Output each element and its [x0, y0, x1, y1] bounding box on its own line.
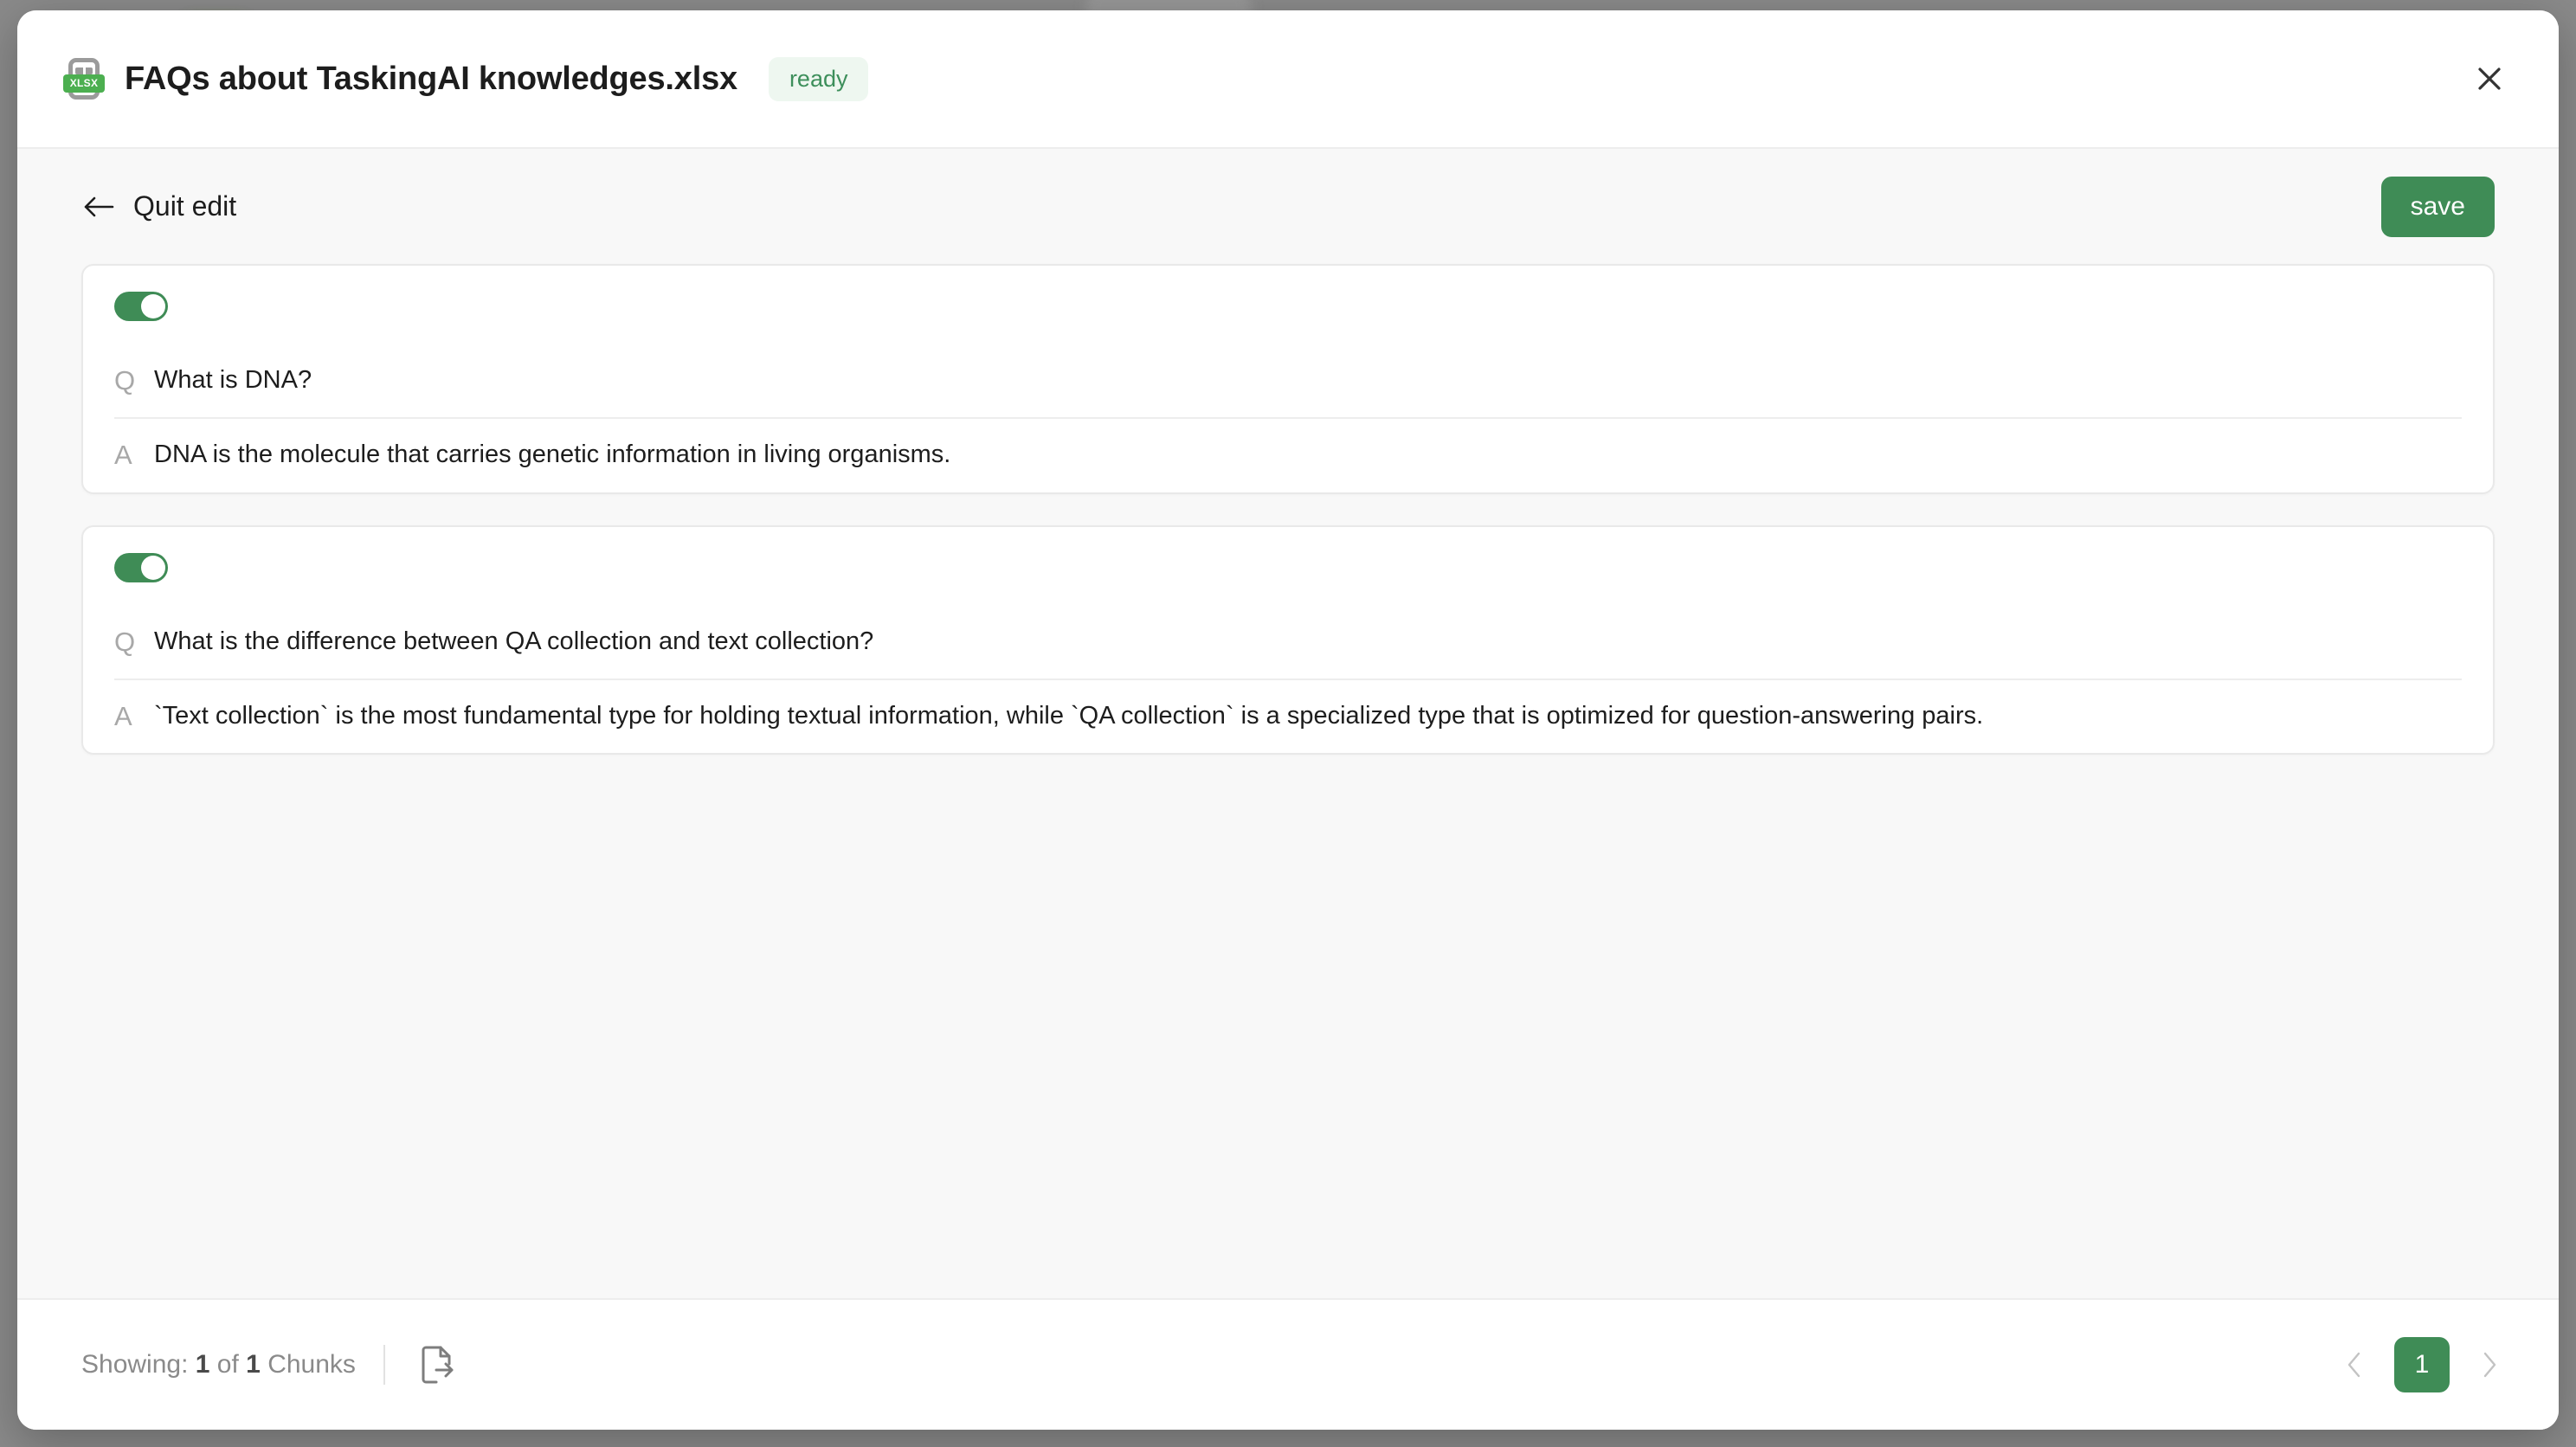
showing-count: Showing: 1 of 1 Chunks [81, 1350, 356, 1379]
answer-text[interactable]: DNA is the molecule that carries genetic… [154, 438, 2462, 472]
chunk-answer-row: A `Text collection` is the most fundamen… [114, 680, 2462, 753]
close-button[interactable] [2458, 48, 2521, 110]
page-title: FAQs about TaskingAI knowledges.xlsx [125, 60, 737, 97]
chunk-question-row: Q What is the difference between QA coll… [114, 606, 2462, 680]
file-icon-slots [75, 66, 93, 76]
question-text[interactable]: What is DNA? [154, 363, 2462, 397]
pagination-page-1[interactable]: 1 [2394, 1337, 2450, 1392]
showing-prefix: Showing: [81, 1350, 189, 1379]
pagination: 1 [2330, 1337, 2514, 1392]
pagination-prev-button[interactable] [2330, 1341, 2379, 1389]
showing-total: 1 [246, 1350, 261, 1379]
footer-divider [383, 1345, 385, 1385]
save-button[interactable]: save [2380, 176, 2495, 237]
chunk-toggle-row [114, 266, 2462, 344]
arrow-left-icon [84, 196, 114, 216]
modal-footer: Showing: 1 of 1 Chunks 1 [17, 1298, 2559, 1430]
close-icon [2478, 68, 2501, 90]
chunk-editor-modal: XLSX FAQs about TaskingAI knowledges.xls… [17, 10, 2559, 1430]
edit-toolbar: Quit edit save [81, 149, 2495, 264]
answer-tag: A [114, 440, 132, 471]
toggle-knob [141, 294, 165, 318]
showing-suffix: Chunks [267, 1350, 356, 1379]
chunk-answer-row: A DNA is the molecule that carries genet… [114, 419, 2462, 492]
question-tag: Q [114, 626, 136, 657]
status-badge: ready [768, 56, 869, 101]
modal-body: Quit edit save Q What is DNA? A DNA is t… [17, 149, 2559, 1298]
question-text[interactable]: What is the difference between QA collec… [154, 625, 2462, 659]
answer-tag: A [114, 700, 132, 731]
showing-middle: of [216, 1350, 239, 1379]
answer-text[interactable]: `Text collection` is the most fundamenta… [154, 699, 2462, 733]
file-icon-badge-label: XLSX [63, 74, 105, 93]
chevron-left-icon [2347, 1352, 2360, 1378]
file-export-icon [422, 1346, 454, 1384]
showing-current: 1 [195, 1350, 210, 1379]
chunk-toggle-row [114, 527, 2462, 606]
export-button[interactable] [413, 1341, 461, 1389]
chunk-card: Q What is DNA? A DNA is the molecule tha… [81, 264, 2495, 494]
chunk-list: Q What is DNA? A DNA is the molecule tha… [81, 264, 2495, 756]
xlsx-file-icon: XLSX [63, 58, 105, 100]
quit-edit-label: Quit edit [133, 190, 237, 222]
modal-header: XLSX FAQs about TaskingAI knowledges.xls… [17, 10, 2559, 149]
quit-edit-button[interactable]: Quit edit [81, 190, 236, 222]
pagination-next-button[interactable] [2465, 1341, 2514, 1389]
chunk-enabled-toggle[interactable] [114, 552, 168, 582]
chunk-card: Q What is the difference between QA coll… [81, 524, 2495, 756]
chunk-question-row: Q What is DNA? [114, 344, 2462, 420]
toggle-knob [141, 555, 165, 580]
question-tag: Q [114, 365, 136, 396]
chunk-enabled-toggle[interactable] [114, 292, 168, 321]
chevron-right-icon [2483, 1352, 2496, 1378]
